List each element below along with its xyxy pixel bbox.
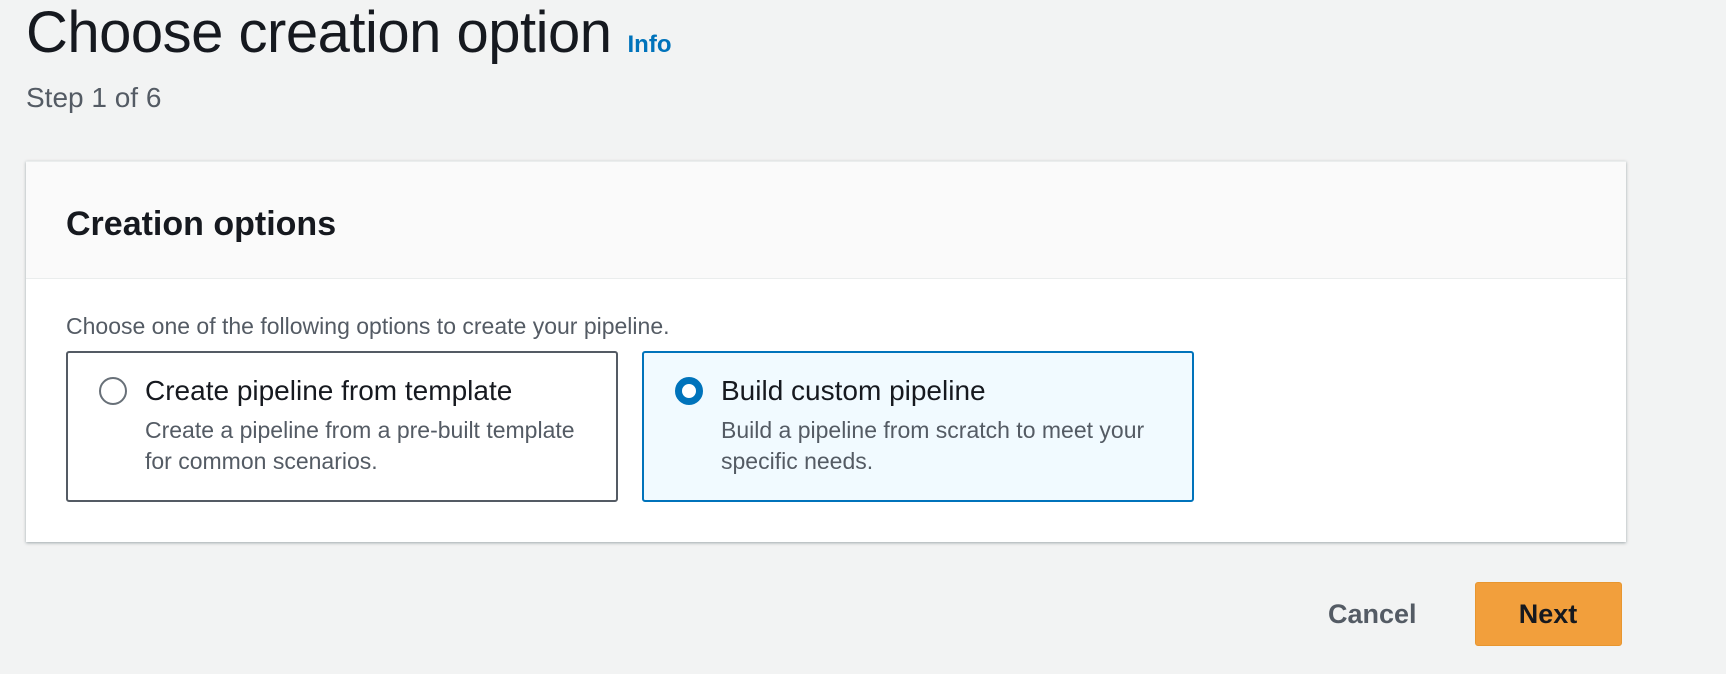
option-tile-template[interactable]: Create pipeline from template Create a p… [66, 351, 618, 502]
panel-description: Choose one of the following options to c… [66, 313, 670, 339]
page-title: Choose creation option [26, 0, 612, 65]
radio-button-custom[interactable] [675, 377, 703, 405]
step-indicator: Step 1 of 6 [26, 82, 162, 113]
option-label: Build custom pipeline [721, 375, 986, 406]
title-row: Choose creation option Info [26, 0, 672, 66]
option-description: Build a pipeline from scratch to meet yo… [721, 417, 1145, 474]
option-description: Create a pipeline from a pre-built templ… [145, 417, 575, 474]
radio-button-template[interactable] [99, 377, 127, 405]
creation-options-panel: Creation options Choose one of the follo… [26, 161, 1626, 542]
info-link[interactable]: Info [628, 31, 672, 59]
option-tiles: Create pipeline from template Create a p… [66, 351, 1626, 502]
panel-body: Choose one of the following options to c… [26, 279, 1626, 502]
option-label: Create pipeline from template [145, 375, 513, 406]
page-header: Choose creation option Info Step 1 of 6 [26, 0, 672, 114]
panel-header: Creation options [26, 162, 1626, 279]
panel-title: Creation options [66, 204, 337, 243]
form-actions: Cancel Next [1298, 582, 1622, 646]
option-tile-custom[interactable]: Build custom pipeline Build a pipeline f… [642, 351, 1194, 502]
cancel-button[interactable]: Cancel [1298, 582, 1447, 646]
next-button[interactable]: Next [1474, 582, 1622, 646]
